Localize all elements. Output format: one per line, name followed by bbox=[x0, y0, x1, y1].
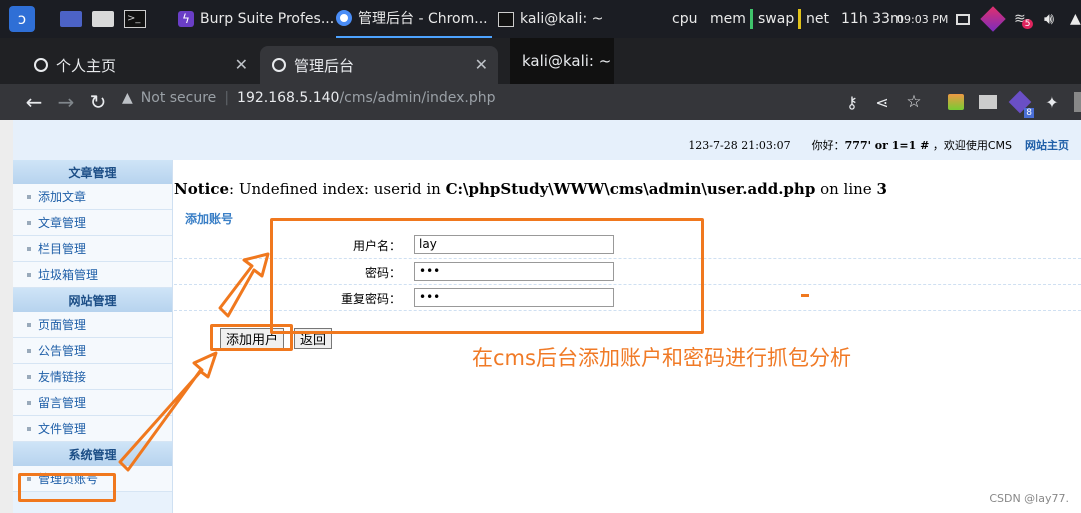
annotation-caption: 在cms后台添加账户和密码进行抓包分析 bbox=[472, 346, 851, 370]
arrow-to-add-button bbox=[118, 351, 218, 472]
arrow-to-form bbox=[218, 252, 270, 318]
annotation-arrows bbox=[118, 252, 270, 472]
